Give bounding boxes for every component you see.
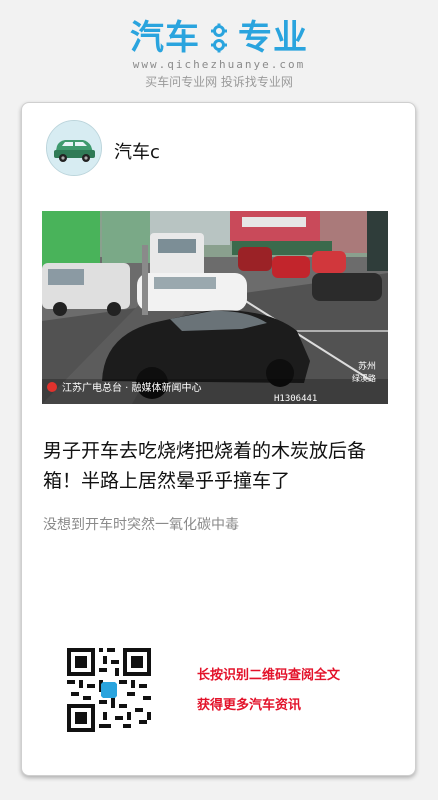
street-scene-image: 江苏广电总台 · 融媒体新闻中心 H1306441 苏州 绿溪路 xyxy=(42,211,388,404)
article-card[interactable]: 汽车c 江苏广电总台 · 融媒体新闻中心 H1306441 苏州 绿溪路 男子开… xyxy=(21,102,416,776)
thumbnail-label-top: 苏州 xyxy=(358,360,376,372)
site-logo[interactable]: 汽车 专业 xyxy=(0,18,438,58)
thumbnail-label-right: 绿溪路 xyxy=(352,373,376,383)
logo-text-right: 专业 xyxy=(238,18,308,58)
cta-scan-text: 长按识别二维码查阅全文 xyxy=(197,668,341,683)
author-name[interactable]: 汽车c xyxy=(114,138,160,164)
car-icon xyxy=(47,121,101,175)
cta-more-text: 获得更多汽车资讯 xyxy=(197,698,302,713)
site-header: 汽车 专业 www.qichezhuanye.com 买车问专业网 投诉找专业网 xyxy=(0,0,438,100)
avatar[interactable] xyxy=(46,120,102,176)
article-subtitle: 没想到开车时突然一氧化碳中毒 xyxy=(43,517,239,533)
qr-code-icon[interactable] xyxy=(67,648,151,732)
article-thumbnail[interactable]: 江苏广电总台 · 融媒体新闻中心 H1306441 苏州 绿溪路 xyxy=(42,211,388,404)
gear-icon xyxy=(206,23,232,53)
article-title[interactable]: 男子开车去吃烧烤把烧着的木炭放后备箱！半路上居然晕乎乎撞车了 xyxy=(43,436,403,496)
thumbnail-timestamp: H1306441 xyxy=(274,394,317,404)
thumbnail-watermark: 江苏广电总台 · 融媒体新闻中心 xyxy=(62,381,202,394)
site-url: www.qichezhuanye.com xyxy=(132,58,306,71)
site-slogan: 买车问专业网 投诉找专业网 xyxy=(145,75,293,89)
logo-text-left: 汽车 xyxy=(130,18,200,58)
